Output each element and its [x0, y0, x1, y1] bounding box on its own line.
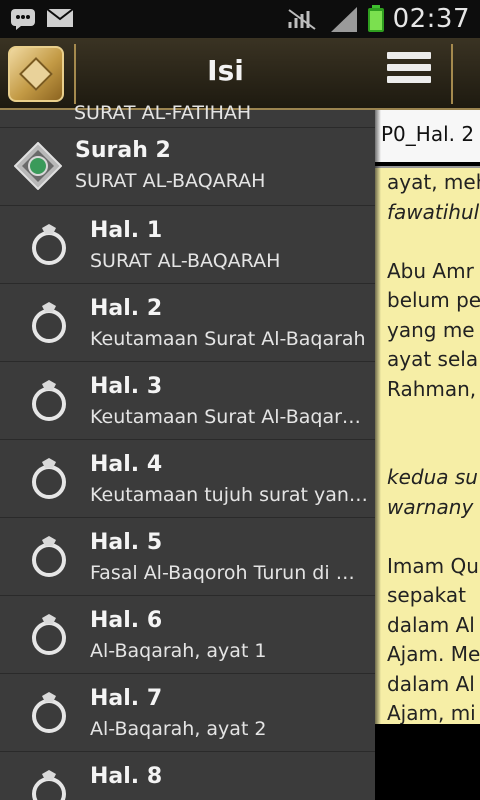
ring-ornament-icon — [32, 302, 66, 343]
list-item-title: Hal. 3 — [90, 374, 163, 399]
list-item-title: Hal. 1 — [90, 218, 163, 243]
ring-ornament-icon — [32, 614, 66, 655]
bbm-icon — [11, 9, 35, 30]
surah-ornament-icon — [14, 142, 62, 190]
ring-ornament-icon — [32, 458, 66, 499]
content-line: sepakat — [387, 583, 467, 607]
content-line: dalam Al — [387, 671, 475, 696]
list-item-title: Hal. 4 — [90, 452, 163, 477]
list-item-subtitle: Fasal Al-Baqoroh Turun di M... — [90, 562, 368, 584]
ring-ornament-icon — [32, 692, 66, 733]
list-item-title: Hal. 6 — [90, 608, 163, 633]
list-item-title: Hal. 8 — [90, 764, 163, 789]
content-line: Imam Qu — [387, 553, 479, 578]
ring-ornament-icon — [32, 536, 66, 577]
content-line: Ajam. Me — [387, 642, 480, 666]
clock: 02:37 — [392, 4, 470, 34]
ring-ornament-icon — [32, 224, 66, 265]
list-item-subtitle: Keutamaan tujuh surat yang... — [90, 484, 368, 506]
list-item-page[interactable]: Hal. 8 — [0, 752, 375, 800]
list-item-subtitle: Al-Baqarah, ayat 2 — [90, 718, 267, 740]
navigation-drawer: Isi SURAT AL-FATIHAH Surah 2 SURAT AL-BA… — [0, 38, 375, 800]
list-item-subtitle: Keutamaan Surat Al-Baqarah — [90, 328, 366, 350]
list-item-surah[interactable]: Surah 2 SURAT AL-BAQARAH — [0, 128, 375, 206]
ring-ornament-icon — [32, 380, 66, 421]
content-header — [375, 38, 480, 110]
signal-icon — [330, 7, 357, 32]
list-item-subtitle: Al-Baqarah, ayat 1 — [90, 640, 267, 662]
content-line: ayat sela — [387, 347, 479, 371]
list-item-page[interactable]: Hal. 2 Keutamaan Surat Al-Baqarah — [0, 284, 375, 362]
content-line: ayat, meh — [387, 170, 480, 194]
content-line: fawatihul — [387, 199, 480, 224]
list-item-subtitle: SURAT AL-FATIHAH — [74, 102, 252, 124]
content-line: kedua su — [387, 465, 478, 489]
battery-icon — [367, 5, 384, 32]
content-line: Rahman, — [387, 376, 477, 401]
list-item-page[interactable]: Hal. 5 Fasal Al-Baqoroh Turun di M... — [0, 518, 375, 596]
list-item-title: Hal. 5 — [90, 530, 163, 555]
content-panel: P0_Hal. 2 ayat, meh fawatihul Abu Amr belum… — [375, 38, 480, 800]
content-text[interactable]: ayat, meh fawatihul Abu Amr belum pe yang me… — [375, 166, 480, 724]
list-item-subtitle: Keutamaan Surat Al-Baqara... — [90, 406, 368, 428]
list-item-subtitle: SURAT AL-BAQARAH — [90, 250, 281, 272]
list-item-title: Hal. 2 — [90, 296, 163, 321]
list-item-subtitle: SURAT AL-BAQARAH — [75, 170, 266, 192]
list-item-page[interactable]: Hal. 3 Keutamaan Surat Al-Baqara... — [0, 362, 375, 440]
page-tab[interactable]: P0_Hal. 2 — [375, 110, 480, 162]
mail-icon — [46, 8, 74, 27]
status-bar: 02:37 — [0, 0, 480, 38]
content-line: Abu Amr — [387, 258, 474, 283]
content-line: Ajam, mi — [387, 701, 476, 724]
list-item-page[interactable]: Hal. 4 Keutamaan tujuh surat yang... — [0, 440, 375, 518]
list-item-page[interactable]: Hal. 7 Al-Baqarah, ayat 2 — [0, 674, 375, 752]
list-item-title: Hal. 7 — [90, 686, 163, 711]
page-tab-label: P0_Hal. 2 — [381, 122, 475, 146]
list-item-page[interactable]: Hal. 1 SURAT AL-BAQARAH — [0, 206, 375, 284]
content-line: dalam Al — [387, 612, 475, 637]
content-line: warnany — [387, 494, 474, 519]
menu-icon[interactable] — [387, 52, 431, 96]
content-line: yang me — [387, 317, 475, 342]
ring-ornament-icon — [32, 770, 66, 800]
list-item-partial[interactable]: SURAT AL-FATIHAH — [0, 50, 375, 128]
list-item-title: Surah 2 — [75, 138, 171, 163]
list-item-page[interactable]: Hal. 6 Al-Baqarah, ayat 1 — [0, 596, 375, 674]
no-signal-icon — [287, 9, 316, 30]
content-line: belum pe — [387, 288, 480, 312]
